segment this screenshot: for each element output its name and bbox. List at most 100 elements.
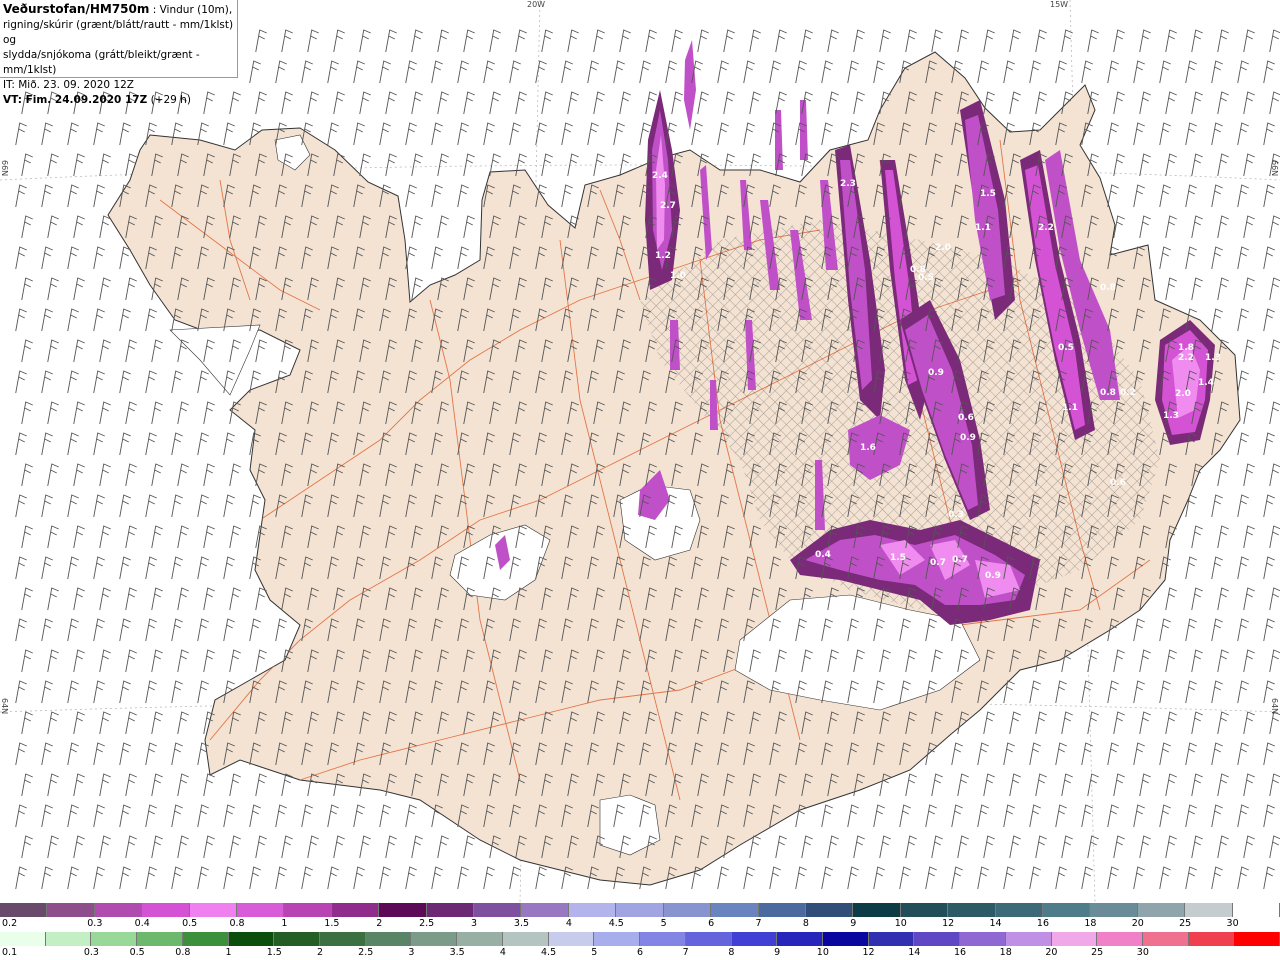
legend-swatch: [1188, 932, 1235, 946]
legend-swatch: [0, 903, 48, 917]
wind-barb: [593, 153, 605, 177]
wind-barb: [723, 29, 735, 53]
wind-barb: [125, 773, 137, 797]
wind-barb: [769, 866, 781, 890]
wind-barb: [1217, 587, 1229, 611]
wind-barb: [223, 866, 235, 890]
wind-barb: [93, 742, 105, 766]
legend-label: 0.5: [182, 918, 198, 929]
wind-barb: [1139, 91, 1151, 115]
wind-barb: [463, 91, 475, 115]
wind-barb: [1269, 835, 1280, 859]
wind-barb: [1133, 804, 1145, 828]
legend-label: 3.5: [449, 947, 465, 958]
wind-barb: [1165, 773, 1177, 797]
legend-label: 2: [316, 947, 324, 958]
legend-swatch: [1234, 932, 1280, 946]
wind-barb: [489, 91, 501, 115]
wind-barb: [197, 680, 209, 704]
wind-barb: [1061, 835, 1073, 859]
precip-value-label: 1.0: [670, 271, 686, 281]
legend-label: 0.4: [134, 918, 150, 929]
wind-barb: [457, 60, 469, 84]
wind-barb: [775, 29, 787, 53]
wind-barb: [983, 773, 995, 797]
wind-barb: [1165, 29, 1177, 53]
wind-barb: [327, 60, 339, 84]
wind-barb: [509, 122, 521, 146]
legend-label: 2.5: [358, 947, 374, 958]
wind-barb: [697, 91, 709, 115]
legend-swatch: [548, 932, 595, 946]
wind-barb: [151, 525, 163, 549]
wind-barb: [457, 866, 469, 890]
precip-value-label: 0.7: [930, 558, 946, 568]
map-header: Veðurstofan/HM750m : Vindur (10m), rigni…: [0, 0, 238, 106]
wind-barb: [671, 91, 683, 115]
wind-barb: [1263, 370, 1275, 394]
wind-barb: [73, 401, 85, 425]
wind-barb: [327, 866, 339, 890]
wind-barb: [405, 866, 417, 890]
wind-barb: [957, 29, 969, 53]
wind-barb: [1263, 618, 1275, 642]
wind-barb: [613, 122, 625, 146]
precip-value-label: 0.7: [952, 555, 968, 565]
wind-barb: [431, 184, 443, 208]
wind-barb: [1191, 91, 1203, 115]
wind-barb: [1159, 122, 1171, 146]
precip-value-label: 1.2: [655, 251, 671, 261]
wind-barb: [1217, 711, 1229, 735]
wind-barb: [489, 29, 501, 53]
legend-label: 2.5: [419, 918, 435, 929]
wind-barb: [151, 773, 163, 797]
wind-barb: [457, 184, 469, 208]
lat-label-66n-right: 66N: [1270, 160, 1279, 177]
legend-rain-labels: 0.1 0.3 0.5 0.8 1 1.5 2 2.5 3 3.5 4 4.5 5 6 7 8 9 10 12 14 1…: [0, 947, 1280, 959]
wind-barb: [229, 463, 241, 487]
wind-barb: [1237, 122, 1249, 146]
precip-band-north: [684, 40, 696, 130]
wind-barb: [977, 742, 989, 766]
legend-swatch: [1185, 903, 1233, 917]
wind-barb: [983, 29, 995, 53]
wind-barb: [1217, 525, 1229, 549]
wind-barb: [483, 866, 495, 890]
legend-label: 0.8: [175, 947, 191, 958]
wind-barb: [1113, 711, 1125, 735]
legend-snow-labels: 0.2 0.3 0.4 0.5 0.8 1 1.5 2 2.5 3 3.5 4 4.5 5 6 7 8 9 10 12…: [0, 918, 1280, 930]
wind-barb: [437, 29, 449, 53]
wind-barb: [255, 649, 267, 673]
wind-barb: [333, 91, 345, 115]
wind-barb: [1269, 339, 1280, 363]
wind-barb: [47, 525, 59, 549]
legend-label: 1: [281, 918, 288, 929]
wind-barb: [151, 401, 163, 425]
wind-barb: [1237, 60, 1249, 84]
wind-barb: [977, 804, 989, 828]
wind-barb: [1185, 184, 1197, 208]
legend-label: 6: [708, 918, 715, 929]
wind-barb: [21, 835, 33, 859]
wind-barb: [41, 680, 53, 704]
wind-barb: [1243, 773, 1255, 797]
wind-barb: [67, 680, 79, 704]
wind-barb: [385, 91, 397, 115]
wind-barb: [119, 742, 131, 766]
wind-barb: [67, 494, 79, 518]
wind-barb: [723, 91, 735, 115]
wind-barb: [593, 29, 605, 53]
wind-barb: [281, 91, 293, 115]
wind-barb: [67, 618, 79, 642]
legend-label: 0.8: [229, 918, 245, 929]
wind-barb: [405, 60, 417, 84]
legend-swatch: [1142, 932, 1189, 946]
wind-barb: [535, 866, 547, 890]
wind-barb: [697, 29, 709, 53]
legend-label: 0.2: [2, 918, 18, 929]
wind-barb: [223, 432, 235, 456]
wind-barb: [1191, 773, 1203, 797]
wind-barb: [21, 153, 33, 177]
wind-barb: [1055, 804, 1067, 828]
legend-label: 25: [1091, 947, 1104, 958]
